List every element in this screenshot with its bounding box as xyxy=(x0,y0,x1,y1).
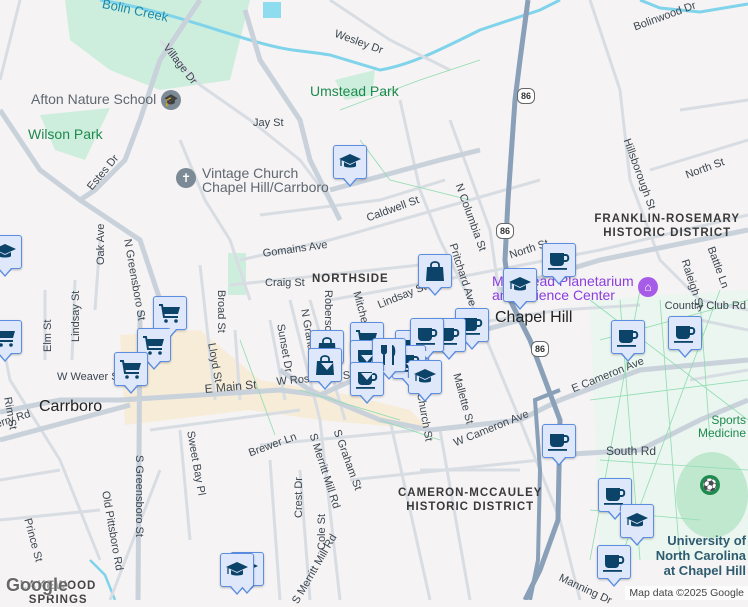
poi-label-afton[interactable]: Afton Nature School xyxy=(31,91,156,107)
map-marker-graduation-cap[interactable] xyxy=(620,504,654,546)
map-marker-shopping-cart[interactable] xyxy=(114,352,148,394)
shopping-cart-icon xyxy=(0,325,17,349)
map-marker-coffee[interactable] xyxy=(542,243,576,285)
coffee-icon xyxy=(547,248,571,272)
poi-label-church[interactable]: Vintage Church Chapel Hill/Carrboro xyxy=(202,166,329,194)
route-86-shield: 86 xyxy=(496,223,514,239)
street-label: Lindsay St xyxy=(70,290,82,342)
street-label: Craig St xyxy=(265,277,305,289)
poi-label-sports[interactable]: Sports Medicine xyxy=(690,414,746,440)
street-label: Elm St xyxy=(42,319,54,352)
graduation-cap-icon xyxy=(508,273,532,297)
street-label: S Greensboro St xyxy=(133,455,145,537)
map-marker-shopping-bag[interactable] xyxy=(418,254,452,296)
pond xyxy=(263,2,281,18)
street-label: Country Club Rd xyxy=(664,300,746,312)
map-marker-graduation-cap[interactable] xyxy=(503,268,537,310)
graduation-cap-icon xyxy=(625,509,649,533)
shopping-cart-icon xyxy=(158,301,182,325)
graduation-cap-icon xyxy=(338,150,362,174)
route-86-shield: 86 xyxy=(517,88,535,104)
museum-icon: ⌂ xyxy=(638,277,658,297)
district-label: CAMERON-MCCAULEY HISTORIC DISTRICT xyxy=(398,487,543,513)
stadium-icon: ⚽ xyxy=(700,475,720,495)
park-label[interactable]: Umstead Park xyxy=(310,83,399,99)
route-86-shield: 86 xyxy=(531,341,549,357)
map-marker-coffee[interactable] xyxy=(611,320,645,362)
graduation-cap-icon xyxy=(0,240,17,264)
map-marker-shopping-cart[interactable] xyxy=(0,320,22,362)
street-label: Jay St xyxy=(253,117,284,129)
map-marker-graduation-cap[interactable] xyxy=(0,235,22,277)
park-label[interactable]: Wilson Park xyxy=(28,126,103,142)
street-label: W Weaver St xyxy=(57,371,122,383)
city-label[interactable]: Chapel Hill xyxy=(495,309,572,327)
coffee-icon xyxy=(547,429,571,453)
map-marker-coffee[interactable] xyxy=(668,316,702,358)
map-marker-graduation-cap[interactable] xyxy=(333,145,367,187)
coffee-icon xyxy=(602,550,626,574)
street-label: South Rd xyxy=(606,444,657,458)
church-icon: ✝ xyxy=(176,168,196,188)
map-marker-shopping-cart[interactable] xyxy=(153,296,187,338)
city-label[interactable]: Carrboro xyxy=(39,398,102,416)
coffee-icon xyxy=(616,325,640,349)
map-attribution[interactable]: Map data ©2025 Google xyxy=(625,586,748,600)
coffee-icon xyxy=(673,321,697,345)
district-label: FRANKLIN-ROSEMARY HISTORIC DISTRICT xyxy=(594,213,740,239)
google-logo: Google xyxy=(6,575,68,595)
school-icon: 🎓 xyxy=(161,90,181,110)
poi-label-unc[interactable]: University of North Carolina at Chapel H… xyxy=(656,533,746,578)
street-label: Crest Dr xyxy=(293,477,305,518)
street-label: Oak Ave xyxy=(95,223,107,265)
coffee-icon xyxy=(415,323,439,347)
street-label: Broad St xyxy=(215,290,227,333)
shopping-cart-icon xyxy=(119,357,143,381)
map-marker-graduation-cap[interactable] xyxy=(220,553,254,595)
map-marker-coffee[interactable] xyxy=(542,424,576,466)
map-marker-coffee[interactable] xyxy=(597,545,631,587)
neighborhood-label: NORTHSIDE xyxy=(312,273,389,285)
shopping-bag-icon xyxy=(423,259,447,283)
graduation-cap-icon xyxy=(225,558,249,582)
stadium-green xyxy=(676,452,748,538)
